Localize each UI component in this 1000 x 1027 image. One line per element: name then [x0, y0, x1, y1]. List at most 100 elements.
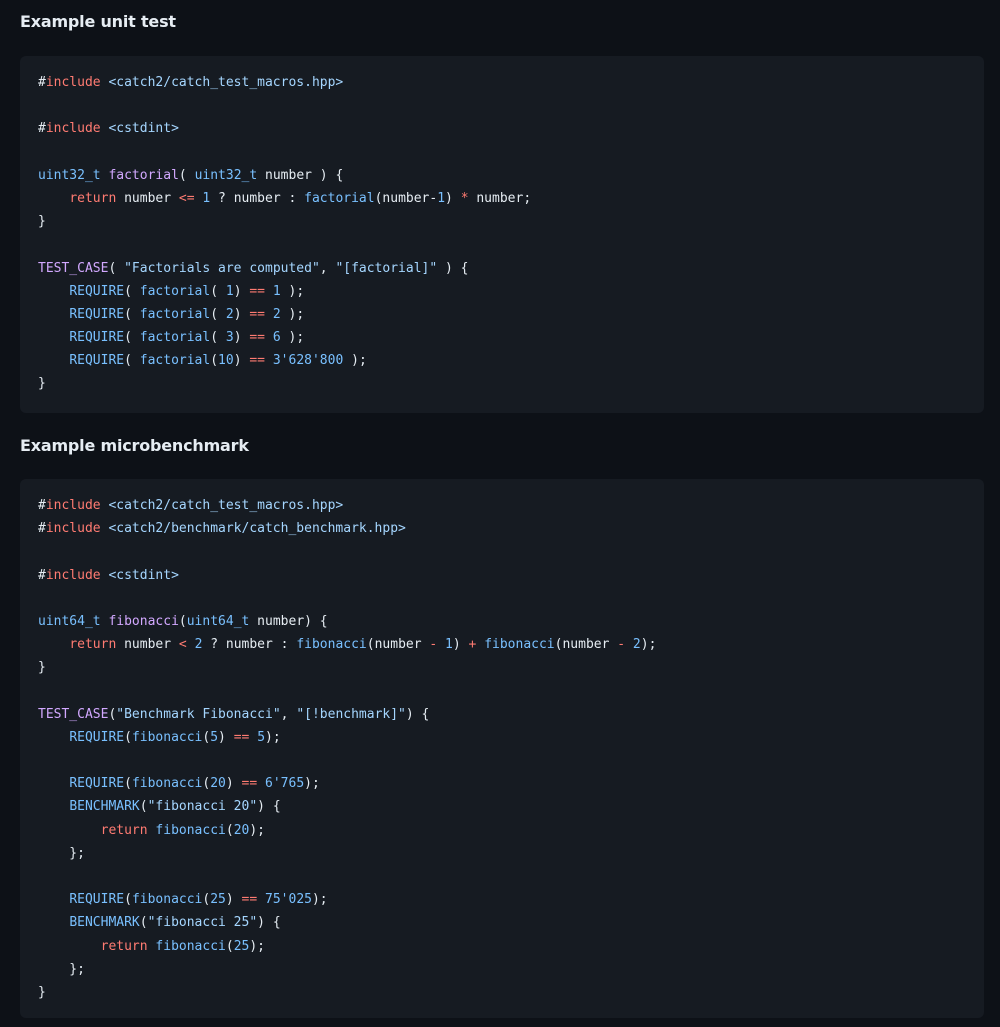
code-content: #include <catch2/catch_test_macros.hpp> …: [38, 71, 531, 396]
code-token: BENCHMARK: [69, 915, 140, 931]
code-line: BENCHMARK("fibonacci 20") {: [38, 795, 656, 818]
code-token: (: [178, 167, 195, 183]
code-token: <catch2/benchmark/catch_benchmark.hpp>: [100, 521, 406, 537]
code-token: <catch2/catch_test_macros.hpp>: [100, 498, 344, 513]
code-line: REQUIRE( factorial(10) == 3'628'800 );: [38, 349, 531, 372]
code-token: };: [38, 845, 85, 861]
code-token: factorial: [139, 283, 211, 299]
code-token: number) {: [249, 613, 328, 629]
code-token: ): [225, 892, 242, 908]
code-token: factorial: [139, 306, 211, 322]
code-line: return fibonacci(20);: [38, 819, 656, 842]
code-token: (: [139, 799, 148, 815]
code-token: ,: [319, 260, 336, 276]
code-block-unit-test[interactable]: #include <catch2/catch_test_macros.hpp> …: [20, 56, 984, 413]
code-token: 1: [272, 283, 281, 299]
code-token: ? number :: [210, 190, 305, 206]
code-line: };: [38, 958, 656, 981]
code-token: factorial: [108, 167, 179, 183]
code-token: number: [116, 637, 179, 653]
code-token: fibonacci: [296, 637, 367, 653]
code-token: REQUIRE: [69, 306, 125, 322]
code-token: 6'765: [265, 776, 305, 792]
code-token: number: [116, 190, 179, 206]
code-token: (: [124, 306, 140, 322]
code-token: );: [265, 729, 281, 745]
code-token: uint32_t: [38, 167, 101, 183]
code-line: uint32_t factorial( uint32_t number ) {: [38, 164, 531, 187]
code-token: <cstdint>: [100, 567, 179, 583]
code-token: #: [38, 521, 46, 537]
code-token: (number: [366, 637, 430, 653]
code-token: (: [124, 283, 140, 299]
code-token: 2: [225, 306, 234, 322]
code-token: "fibonacci 25": [147, 915, 258, 931]
code-line: #include <catch2/catch_test_macros.hpp>: [38, 494, 656, 517]
code-token: factorial: [139, 353, 211, 369]
code-token: 2: [632, 637, 641, 653]
code-token: return: [69, 190, 117, 206]
code-line: return number <= 1 ? number : factorial(…: [38, 187, 531, 210]
code-token: (: [210, 330, 226, 346]
code-line: REQUIRE(fibonacci(5) == 5);: [38, 726, 656, 749]
code-token: ==: [241, 892, 258, 908]
code-token: *: [460, 190, 469, 206]
code-line: TEST_CASE("Benchmark Fibonacci", "[!benc…: [38, 703, 656, 726]
code-token: factorial: [139, 330, 211, 346]
code-token: ? number :: [202, 637, 297, 653]
code-token: (: [178, 613, 187, 629]
code-token: return: [69, 637, 117, 653]
code-token: ) {: [405, 706, 430, 722]
code-token: fibonacci: [131, 776, 203, 792]
code-token: 3'628'800: [272, 353, 344, 369]
code-token: include: [45, 498, 101, 513]
code-token: ): [233, 283, 250, 299]
code-token: );: [249, 938, 266, 954]
code-token: (: [225, 822, 234, 838]
code-token: REQUIRE: [69, 892, 125, 908]
code-token: (: [124, 729, 132, 745]
code-line: REQUIRE(fibonacci(25) == 75'025);: [38, 888, 656, 911]
code-token: REQUIRE: [69, 353, 125, 369]
code-token: #: [38, 75, 46, 90]
code-token: ==: [249, 306, 266, 322]
code-token: fibonacci: [155, 822, 226, 838]
code-token: );: [640, 637, 657, 653]
code-token: ): [233, 306, 250, 322]
code-token: 1: [437, 190, 446, 206]
code-token: fibonacci: [155, 938, 226, 954]
code-line: };: [38, 842, 656, 865]
code-token: REQUIRE: [69, 776, 125, 792]
code-line: REQUIRE( factorial( 2) == 2 );: [38, 303, 531, 326]
section-heading-microbenchmark: Example microbenchmark: [20, 436, 249, 455]
code-block-microbenchmark[interactable]: #include <catch2/catch_test_macros.hpp> #…: [20, 479, 984, 1018]
code-token: REQUIRE: [69, 330, 125, 346]
code-token: (: [124, 330, 140, 346]
code-token: (: [124, 892, 132, 908]
code-token: 20: [233, 822, 250, 838]
code-token: TEST_CASE: [38, 260, 109, 276]
code-token: 10: [218, 353, 234, 369]
code-line: #include <catch2/benchmark/catch_benchma…: [38, 517, 656, 540]
code-token: 25: [210, 892, 226, 908]
code-token: 5: [257, 729, 266, 745]
code-token: 1: [445, 637, 453, 653]
code-token: 5: [210, 729, 219, 745]
code-line: }: [38, 656, 656, 679]
code-token: number ) {: [257, 167, 344, 183]
